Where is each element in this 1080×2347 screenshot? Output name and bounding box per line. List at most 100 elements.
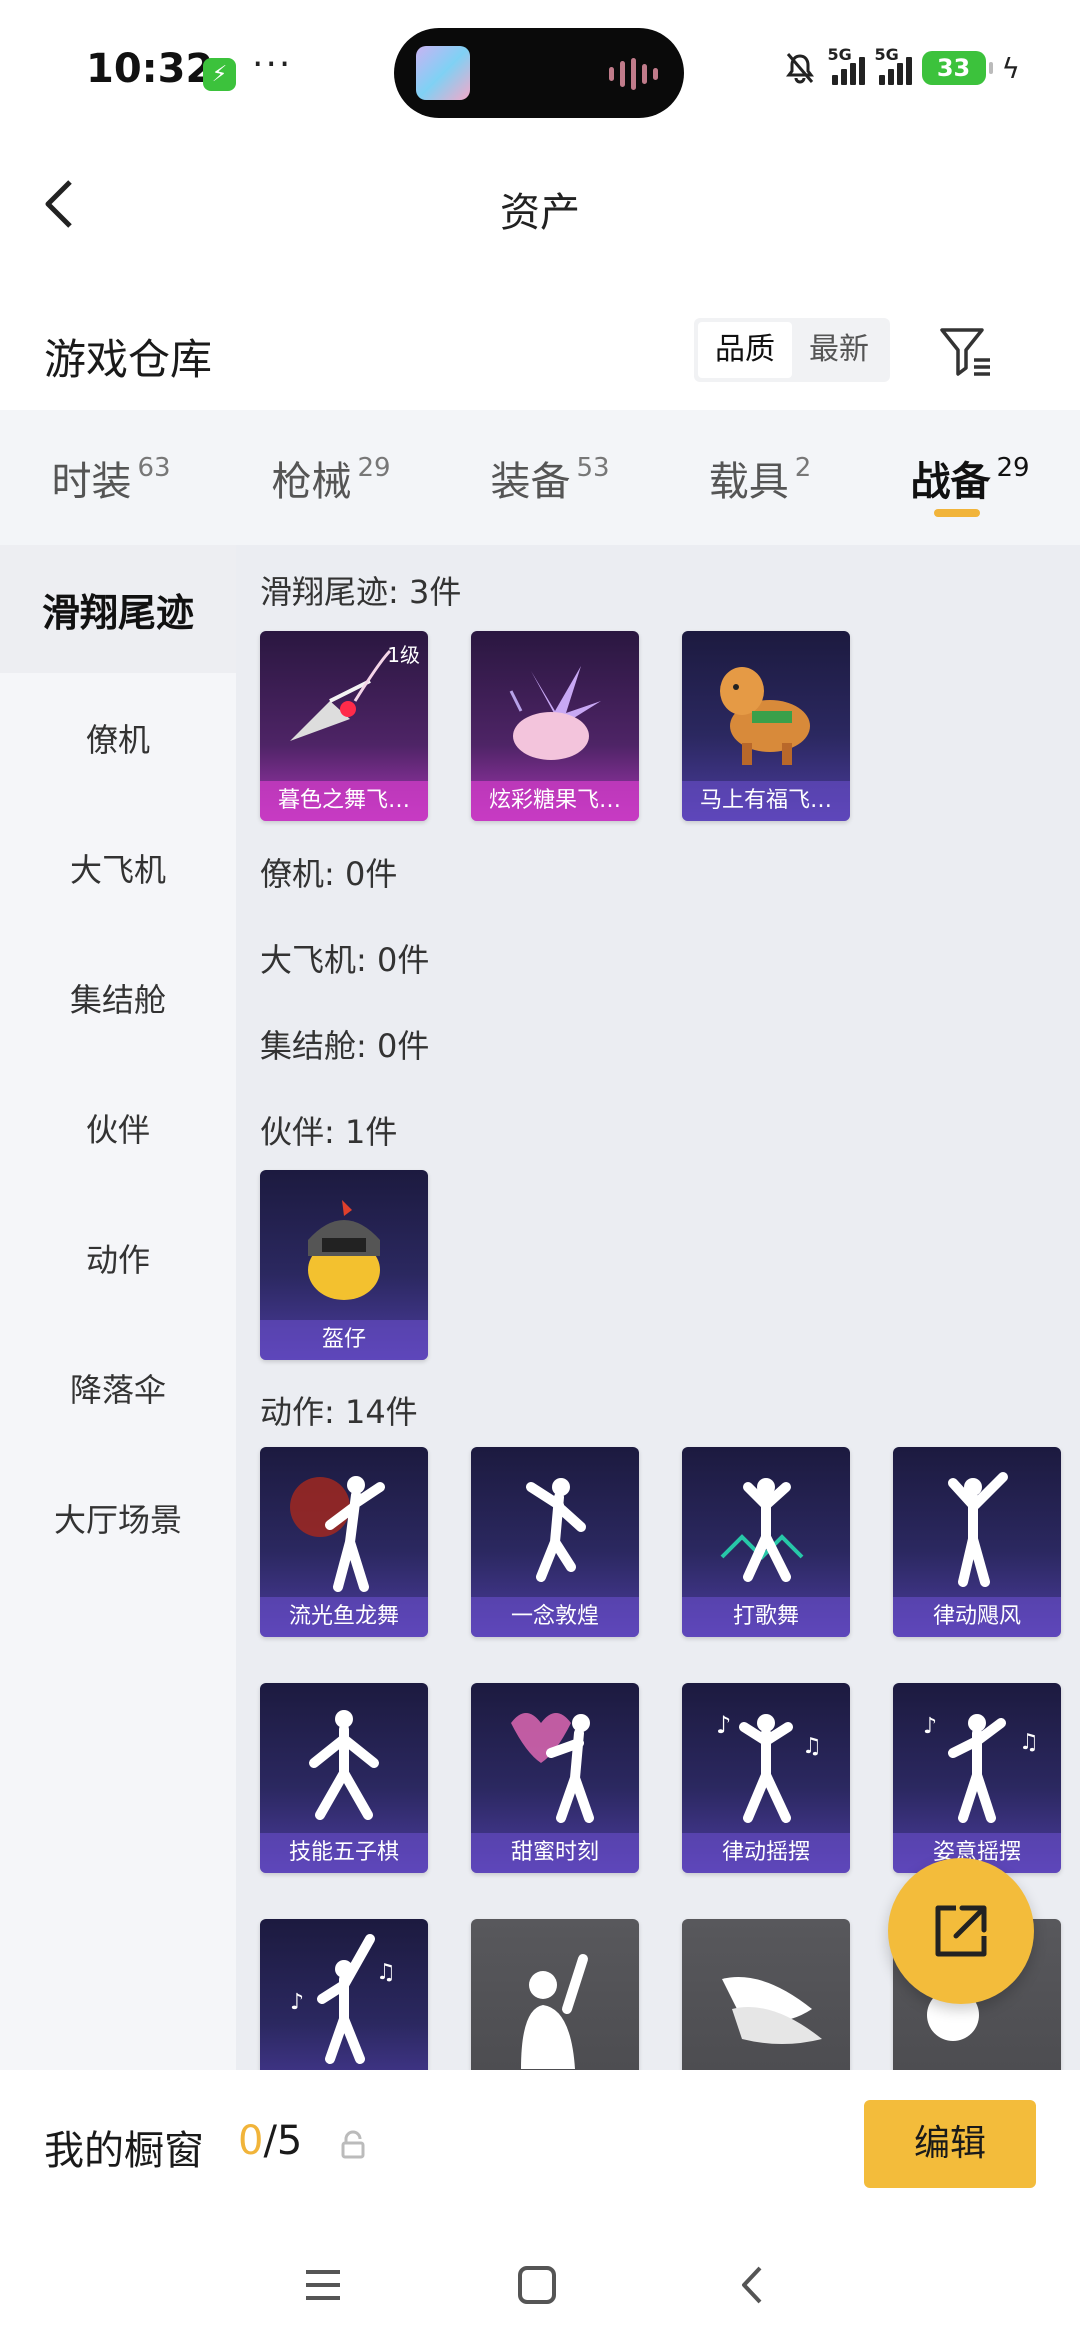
item-card[interactable]: [471, 1919, 639, 2070]
sort-quality-button[interactable]: 品质: [698, 322, 792, 378]
item-level-badge: 1级: [387, 643, 420, 667]
menu-icon[interactable]: [298, 2260, 348, 2310]
item-name: 甜蜜时刻: [471, 1833, 639, 1873]
item-card[interactable]: 甜蜜时刻: [471, 1683, 639, 1873]
status-bar: 10:32 ⚡ ··· 5G 5G 33 ϟ: [0, 0, 1080, 140]
dancer-art-icon: [948, 1472, 1008, 1587]
side-item-glide-trail[interactable]: 滑翔尾迹: [0, 545, 236, 673]
battery-icon: 33: [921, 51, 993, 85]
active-tab-indicator: [934, 509, 980, 517]
item-name: 炫彩糖果飞…: [471, 781, 639, 821]
lock-icon: [341, 2130, 365, 2159]
svg-text:♪: ♪: [290, 1990, 304, 2015]
dancer-art-icon: ♪♫: [923, 1714, 1039, 1823]
item-card[interactable]: 盔仔: [260, 1170, 428, 1360]
side-item-emote[interactable]: 动作: [0, 1193, 236, 1323]
candy-glider-art-icon: [509, 666, 601, 760]
item-name: 律动摇摆: [682, 1833, 850, 1873]
item-name: 打歌舞: [682, 1597, 850, 1637]
item-name: 马上有福飞…: [682, 781, 850, 821]
item-name: 暮色之舞飞…: [260, 781, 428, 821]
dancer-art-icon: [309, 1710, 379, 1820]
edit-button[interactable]: 编辑: [864, 2100, 1036, 2188]
item-card[interactable]: 律动飓风: [893, 1447, 1061, 1637]
status-dots: ···: [252, 44, 293, 85]
side-item-lobby-scene[interactable]: 大厅场景: [0, 1453, 236, 1583]
signal-icon-2: 5G: [875, 45, 912, 85]
dancer-art-icon: [526, 1478, 586, 1582]
item-card[interactable]: 一念敦煌: [471, 1447, 639, 1637]
pony-glider-art-icon: [720, 667, 810, 765]
charging-icon: ⚡: [203, 58, 236, 91]
tab-vehicles[interactable]: 载具 2: [660, 410, 860, 545]
tab-equipment[interactable]: 装备 53: [440, 410, 660, 545]
audio-wave-icon: [609, 58, 658, 90]
item-card[interactable]: 炫彩糖果飞…: [471, 631, 639, 821]
warehouse-header: 游戏仓库 品质 最新: [0, 300, 1080, 410]
item-card[interactable]: ♪ ♫: [260, 1919, 428, 2070]
home-icon[interactable]: [512, 2260, 562, 2310]
item-card[interactable]: ♪ ♫ 姿意摇摆: [893, 1683, 1061, 1873]
section-title-emote: 动作: 14件: [260, 1393, 418, 1431]
share-export-icon: [935, 1905, 987, 1957]
section-title-big-plane: 大飞机: 0件: [260, 941, 430, 979]
sort-toggle: 品质 最新: [694, 318, 890, 382]
sort-newest-button[interactable]: 最新: [792, 322, 886, 378]
tab-battle-prep[interactable]: 战备 29: [860, 410, 1080, 545]
tab-guns[interactable]: 枪械 29: [222, 410, 440, 545]
filter-icon[interactable]: [938, 320, 994, 380]
item-name: 律动飓风: [893, 1597, 1061, 1637]
side-item-parachute[interactable]: 降落伞: [0, 1323, 236, 1453]
item-name: 盔仔: [260, 1320, 428, 1360]
side-item-wingman[interactable]: 僚机: [0, 673, 236, 803]
share-button[interactable]: [888, 1858, 1034, 2004]
side-item-partner[interactable]: 伙伴: [0, 1063, 236, 1193]
dancer-art-icon: [720, 1478, 804, 1582]
item-list: 滑翔尾迹: 3件 1级 暮色之舞飞… 炫彩糖果飞… 马上有福飞… 僚机: 0件: [236, 545, 1080, 2070]
item-card[interactable]: 打歌舞: [682, 1447, 850, 1637]
showcase-bar: 我的橱窗 0/5 编辑: [0, 2070, 1080, 2220]
item-card[interactable]: 马上有福飞…: [682, 631, 850, 821]
clap-hands-icon: [722, 1977, 822, 2044]
item-name: 技能五子棋: [260, 1833, 428, 1873]
status-icons: 5G 5G 33 ϟ: [782, 45, 1020, 86]
section-title-partner: 伙伴: 1件: [260, 1113, 398, 1151]
dancer-art-icon: [511, 1713, 594, 1823]
tab-fashion[interactable]: 时装 63: [0, 410, 222, 545]
mute-icon: [785, 53, 814, 84]
item-name: 一念敦煌: [471, 1597, 639, 1637]
section-title-glide-trail: 滑翔尾迹: 3件: [260, 573, 462, 611]
dancer-art-icon: [290, 1476, 385, 1592]
side-item-big-plane[interactable]: 大飞机: [0, 803, 236, 933]
section-title-assembly-pod: 集结舱: 0件: [260, 1027, 430, 1065]
item-card[interactable]: [682, 1919, 850, 2070]
svg-text:♪: ♪: [923, 1714, 937, 1739]
section-title-wingman: 僚机: 0件: [260, 855, 398, 893]
item-card[interactable]: 流光鱼龙舞: [260, 1447, 428, 1637]
item-card[interactable]: ♪ ♫ 律动摇摆: [682, 1683, 850, 1873]
item-card[interactable]: 技能五子棋: [260, 1683, 428, 1873]
back-nav-icon[interactable]: [728, 2260, 778, 2310]
status-time: 10:32: [86, 46, 214, 92]
svg-text:♫: ♫: [802, 1734, 822, 1759]
category-tabs: 时装 63 枪械 29 装备 53 载具 2 战备 29: [0, 410, 1080, 545]
showcase-label: 我的橱窗: [44, 2128, 204, 2174]
dancer-art-icon: ♪♫: [290, 1934, 396, 2064]
showcase-count: 0/5: [238, 2118, 303, 2164]
side-menu: 滑翔尾迹 僚机 大飞机 集结舱 伙伴 动作 降落伞 大厅场景: [0, 545, 236, 2070]
side-item-assembly-pod[interactable]: 集结舱: [0, 933, 236, 1063]
dynamic-island[interactable]: [394, 28, 684, 118]
album-art-icon: [416, 46, 470, 100]
nav-bar: 资产: [0, 140, 1080, 270]
svg-text:♪: ♪: [716, 1711, 731, 1739]
page-title: 资产: [500, 190, 580, 236]
signal-icon: 5G: [828, 45, 865, 85]
svg-text:♫: ♫: [1019, 1730, 1039, 1755]
charging-bolt-icon: ϟ: [1001, 51, 1020, 85]
item-card[interactable]: 1级 暮色之舞飞…: [260, 631, 428, 821]
warehouse-title: 游戏仓库: [44, 335, 213, 384]
raise-hand-icon: [521, 1954, 588, 2069]
svg-text:♫: ♫: [376, 1960, 396, 1985]
helmet-chick-art-icon: [308, 1200, 380, 1300]
item-name: 流光鱼龙舞: [260, 1597, 428, 1637]
